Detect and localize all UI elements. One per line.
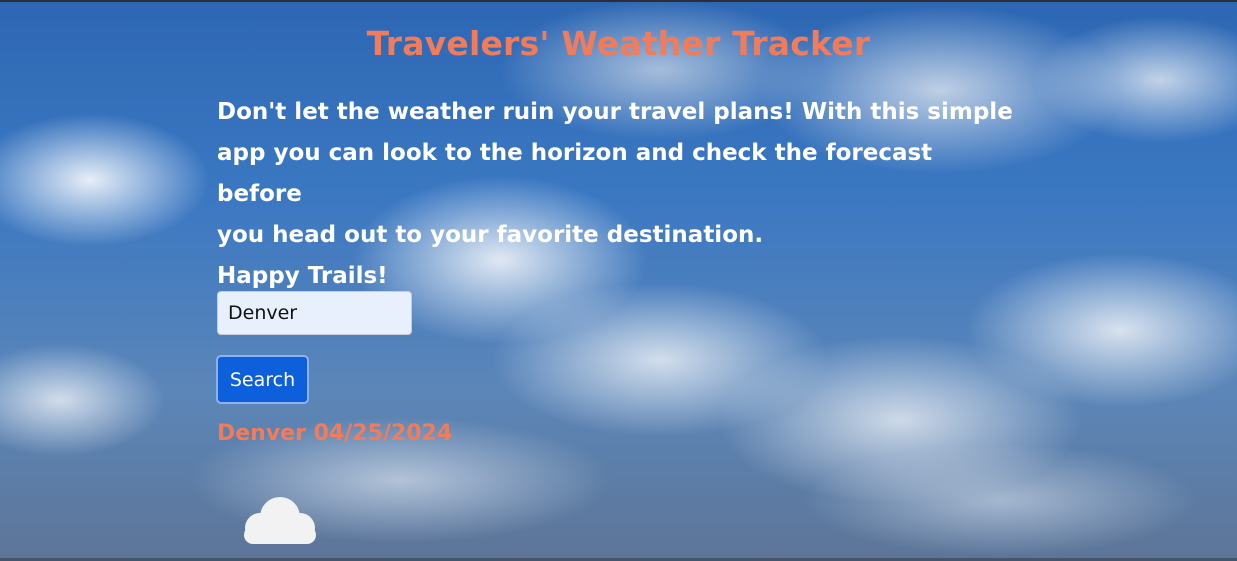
- forecast-heading: Denver 04/25/2024: [217, 421, 453, 446]
- intro-line: Don't let the weather ruin your travel p…: [217, 99, 1013, 125]
- cloud-icon: [244, 497, 316, 544]
- intro-line: app you can look to the horizon and chec…: [217, 140, 933, 207]
- city-search-input[interactable]: [217, 291, 412, 335]
- intro-text: Don't let the weather ruin your travel p…: [217, 92, 1017, 297]
- page-title: Travelers' Weather Tracker: [366, 24, 871, 63]
- top-border: [0, 0, 1237, 2]
- intro-line: you head out to your favorite destinatio…: [217, 222, 764, 248]
- search-button[interactable]: Search: [216, 355, 309, 404]
